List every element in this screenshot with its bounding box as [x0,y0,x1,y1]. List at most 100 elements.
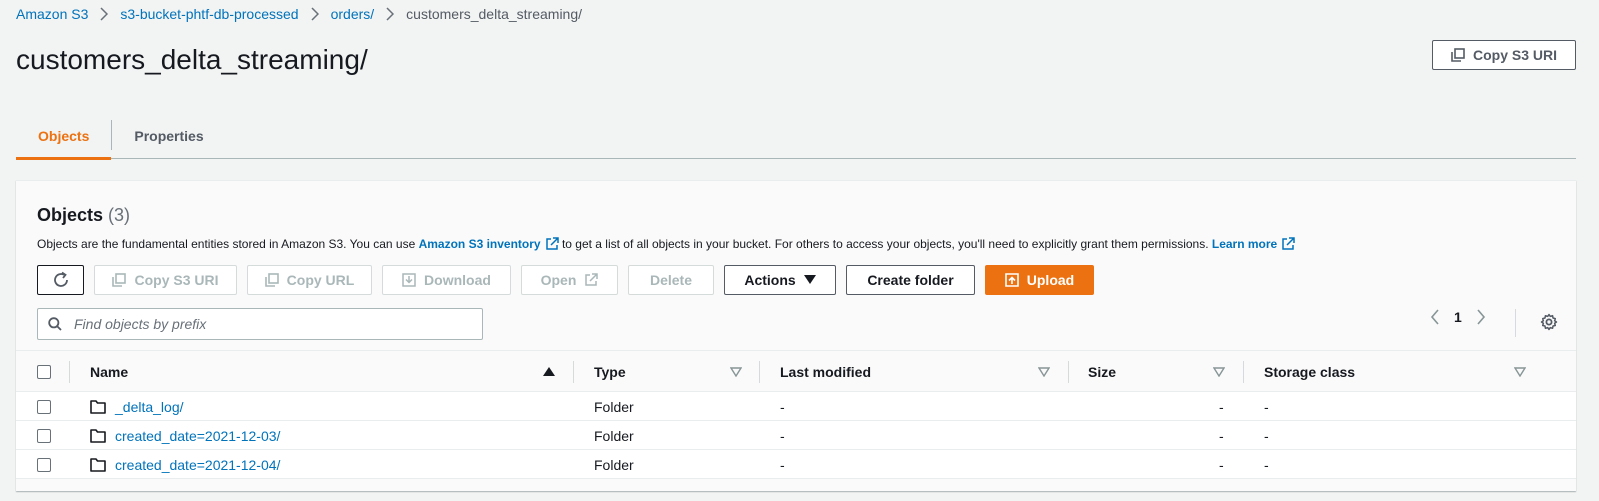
objects-table: Name Type Last modified Size Storage cla… [16,350,1576,479]
object-size: - [1219,398,1224,415]
chevron-right-icon [311,7,319,21]
upload-label: Upload [1026,272,1075,288]
inventory-link[interactable]: Amazon S3 inventory [419,237,559,251]
object-last-modified: - [780,456,785,473]
column-type-label: Type [594,364,626,380]
objects-panel: Objects (3) Objects are the fundamental … [16,180,1576,491]
chevron-right-icon [386,7,395,21]
select-all-checkbox[interactable] [37,365,51,379]
page-title: customers_delta_streaming/ [16,44,368,75]
pager-divider [1515,309,1516,337]
download-button[interactable]: Download [382,265,511,295]
object-storage-class: - [1264,427,1269,444]
object-size: - [1219,456,1224,473]
previous-page-icon[interactable] [1430,309,1440,325]
object-type: Folder [594,427,634,444]
upload-button[interactable]: Upload [985,265,1094,295]
column-header-storage-class[interactable]: Storage class [1264,351,1355,393]
objects-description: Objects are the fundamental entities sto… [37,237,1295,251]
copy-icon [112,273,127,287]
objects-count: (3) [108,205,131,225]
column-separator [1068,361,1069,383]
breadcrumb-amazon-s3[interactable]: Amazon S3 [16,6,88,22]
column-separator [1243,361,1244,383]
table-row[interactable]: created_date=2021-12-03/ Folder - - - [16,421,1576,450]
object-storage-class: - [1264,456,1269,473]
breadcrumb-orders[interactable]: orders/ [331,6,375,22]
column-last-modified-label: Last modified [780,364,872,380]
copy-s3-uri-toolbar-button[interactable]: Copy S3 URI [94,265,237,295]
row-checkbox[interactable] [37,457,51,472]
objects-toolbar: Copy S3 URI Copy URL Download Open Delet… [37,265,1094,295]
sort-icon[interactable] [730,351,742,393]
refresh-icon [52,271,70,289]
folder-icon [90,457,106,472]
breadcrumb: Amazon S3 s3-bucket-phtf-db-processed or… [16,6,582,22]
actions-dropdown[interactable]: Actions [724,265,836,295]
copy-icon [264,273,279,287]
copy-s3-uri-button[interactable]: Copy S3 URI [1432,40,1576,70]
external-link-icon [1281,237,1295,251]
column-separator [69,361,70,383]
object-name-link[interactable]: _delta_log/ [115,399,184,415]
create-folder-button[interactable]: Create folder [846,265,975,295]
search-box [37,308,483,340]
settings-gear-icon[interactable] [1540,313,1558,331]
row-checkbox[interactable] [37,428,51,443]
table-row[interactable]: _delta_log/ Folder - - - [16,392,1576,421]
object-type: Folder [594,456,634,473]
copy-icon [1451,48,1465,62]
learn-more-label: Learn more [1211,237,1278,251]
sort-icon[interactable] [1213,351,1225,393]
column-header-last-modified[interactable]: Last modified [780,351,871,393]
column-name-label: Name [90,364,129,380]
pagination: 1 [1430,309,1486,325]
column-header-size[interactable]: Size [1088,351,1116,393]
page-number[interactable]: 1 [1454,309,1462,325]
objects-panel-title: Objects (3) [37,205,130,226]
folder-icon [90,399,106,414]
actions-label: Actions [744,272,796,288]
learn-more-link[interactable]: Learn more [1212,237,1295,251]
objects-title: Objects [37,205,104,225]
copy-url-label: Copy URL [286,272,355,288]
column-header-name[interactable]: Name [90,351,128,393]
copy-url-button[interactable]: Copy URL [247,265,372,295]
open-label: Open [540,272,577,288]
next-page-icon[interactable] [1476,309,1486,325]
refresh-button[interactable] [37,265,84,295]
sort-icon[interactable] [1038,351,1050,393]
copy-s3-uri-label: Copy S3 URI [1472,47,1557,63]
column-separator [759,361,760,383]
select-all-cell [37,351,51,393]
object-storage-class: - [1264,398,1269,415]
sort-icon[interactable] [1514,351,1526,393]
row-checkbox[interactable] [37,399,51,414]
object-name-link[interactable]: created_date=2021-12-03/ [115,428,280,444]
column-storage-class-label: Storage class [1264,364,1356,380]
chevron-right-icon [100,7,109,21]
tab-properties[interactable]: Properties [112,112,225,159]
sort-ascending-icon[interactable] [543,351,555,393]
open-button[interactable]: Open [521,265,618,295]
download-label: Download [424,272,491,288]
breadcrumb-bucket[interactable]: s3-bucket-phtf-db-processed [120,6,298,22]
external-link-icon [584,273,599,287]
external-link-icon [545,237,559,251]
download-icon [402,273,416,287]
table-header: Name Type Last modified Size Storage cla… [16,350,1576,392]
description-text-1: Objects are the fundamental entities sto… [37,237,419,251]
search-input[interactable] [72,315,452,333]
tab-objects[interactable]: Objects [16,112,112,160]
object-last-modified: - [780,398,785,415]
description-text-2: to get a list of all objects in your buc… [558,237,1212,251]
object-name-link[interactable]: created_date=2021-12-04/ [115,457,280,473]
breadcrumb-current: customers_delta_streaming/ [406,6,583,22]
delete-button[interactable]: Delete [628,265,714,295]
object-last-modified: - [780,427,785,444]
table-row[interactable]: created_date=2021-12-04/ Folder - - - [16,450,1576,479]
inventory-link-label: Amazon S3 inventory [418,237,541,251]
search-icon [48,317,62,331]
column-header-type[interactable]: Type [594,351,626,393]
column-separator [573,361,574,383]
